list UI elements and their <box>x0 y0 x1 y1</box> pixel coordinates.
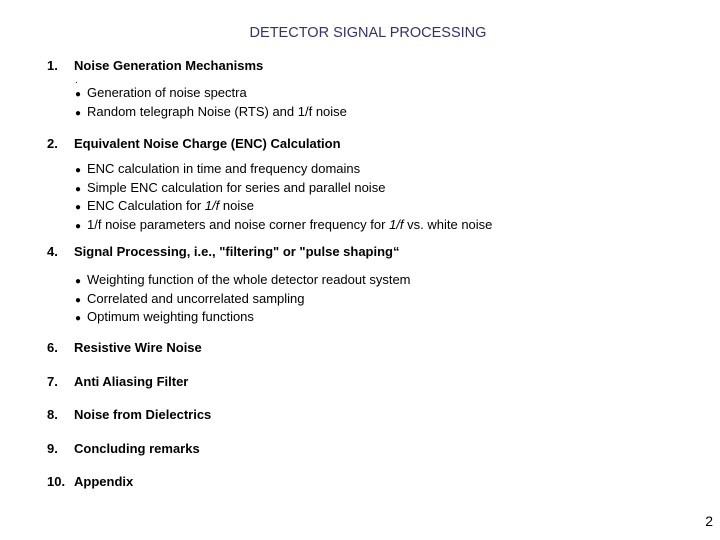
bullet-text: Weighting function of the whole detector… <box>87 272 411 287</box>
section-title: Noise from Dielectrics <box>74 407 212 422</box>
bullet-icon: ● <box>75 220 82 232</box>
bullet-item: ● Generation of noise spectra <box>75 85 347 104</box>
bullet-icon: ● <box>75 276 82 287</box>
bullet-text: noise <box>219 198 254 213</box>
section-1-heading: 1. Noise Generation Mechanisms <box>47 58 263 73</box>
bullet-text: Correlated and uncorrelated sampling <box>87 290 305 306</box>
section-number: 8. <box>47 407 58 422</box>
section-title: Equivalent Noise Charge (ENC) Calculatio… <box>74 136 341 151</box>
section-1-bullets: ● Generation of noise spectra ● Random tel… <box>75 85 347 122</box>
bullet-item: ● Simple ENC calculation for series and p… <box>75 180 492 199</box>
section-title: Concluding remarks <box>74 441 200 456</box>
section-4-bullets: ● Weighting function of the whole detecto… <box>75 272 411 328</box>
bullet-item: ● ENC Calculation for 1/f noise <box>75 198 492 217</box>
bullet-text: Optimum weighting functions <box>87 309 254 324</box>
section-6-heading: 6. Resistive Wire Noise <box>47 340 202 355</box>
bullet-text: ENC Calculation for <box>87 198 205 213</box>
section-title: Appendix <box>74 474 134 489</box>
section-number: 1. <box>47 58 58 73</box>
section-title: Resistive Wire Noise <box>74 340 202 355</box>
bullet-item: ● ENC calculation in time and frequency d… <box>75 161 492 180</box>
bullet-icon: ● <box>75 202 82 213</box>
bullet-item: ● 1/f noise parameters and noise corner f… <box>75 217 492 236</box>
bullet-text: ENC calculation in time and frequency do… <box>87 161 361 176</box>
bullet-icon: ● <box>75 183 82 195</box>
bullet-icon: ● <box>75 107 82 119</box>
bullet-icon: ● <box>75 165 82 176</box>
section-number: 7. <box>47 374 58 389</box>
bullet-text: vs. white noise <box>403 216 493 232</box>
italic-term: 1/f <box>204 198 220 213</box>
bullet-item: ● Random telegraph Noise (RTS) and 1/f no… <box>75 104 347 123</box>
section-9-heading: 9. Concluding remarks <box>47 441 200 456</box>
section-title: Signal Processing, i.e., "filtering" or … <box>74 244 400 259</box>
section-number: 9. <box>47 441 58 456</box>
section-number: 4. <box>47 244 58 259</box>
section-number: 10. <box>47 474 66 489</box>
section-number: 6. <box>47 340 58 355</box>
section-title: Noise Generation Mechanisms <box>74 58 264 73</box>
section-2-heading: 2. Equivalent Noise Charge (ENC) Calculat… <box>47 136 341 151</box>
section-8-heading: 8. Noise from Dielectrics <box>47 407 211 422</box>
bullet-icon: ● <box>75 294 82 306</box>
section-4-heading: 4. Signal Processing, i.e., "filtering" o… <box>47 244 400 259</box>
section-7-heading: 7. Anti Aliasing Filter <box>47 374 188 389</box>
bullet-icon: ● <box>75 313 82 324</box>
section-number: 2. <box>47 136 58 151</box>
page-number: 2 <box>705 513 713 529</box>
bullet-text: Random telegraph Noise (RTS) and 1/f noi… <box>87 103 347 119</box>
bullet-text: Simple ENC calculation for series and pa… <box>87 179 386 195</box>
bullet-text: 1/f noise parameters and noise corner fr… <box>87 216 390 232</box>
bullet-text: Generation of noise spectra <box>87 85 247 100</box>
section-title: Anti Aliasing Filter <box>74 374 189 389</box>
slide-title: DETECTOR SIGNAL PROCESSING <box>249 25 487 41</box>
italic-term: 1/f <box>389 216 404 232</box>
section-10-heading: 10. Appendix <box>47 474 133 489</box>
bullet-item: ● Weighting function of the whole detecto… <box>75 272 411 291</box>
bullet-icon: ● <box>75 89 82 100</box>
bullet-item: ● Optimum weighting functions <box>75 309 411 328</box>
bullet-item: ● Correlated and uncorrelated sampling <box>75 291 411 310</box>
section-2-bullets: ● ENC calculation in time and frequency d… <box>75 161 492 235</box>
